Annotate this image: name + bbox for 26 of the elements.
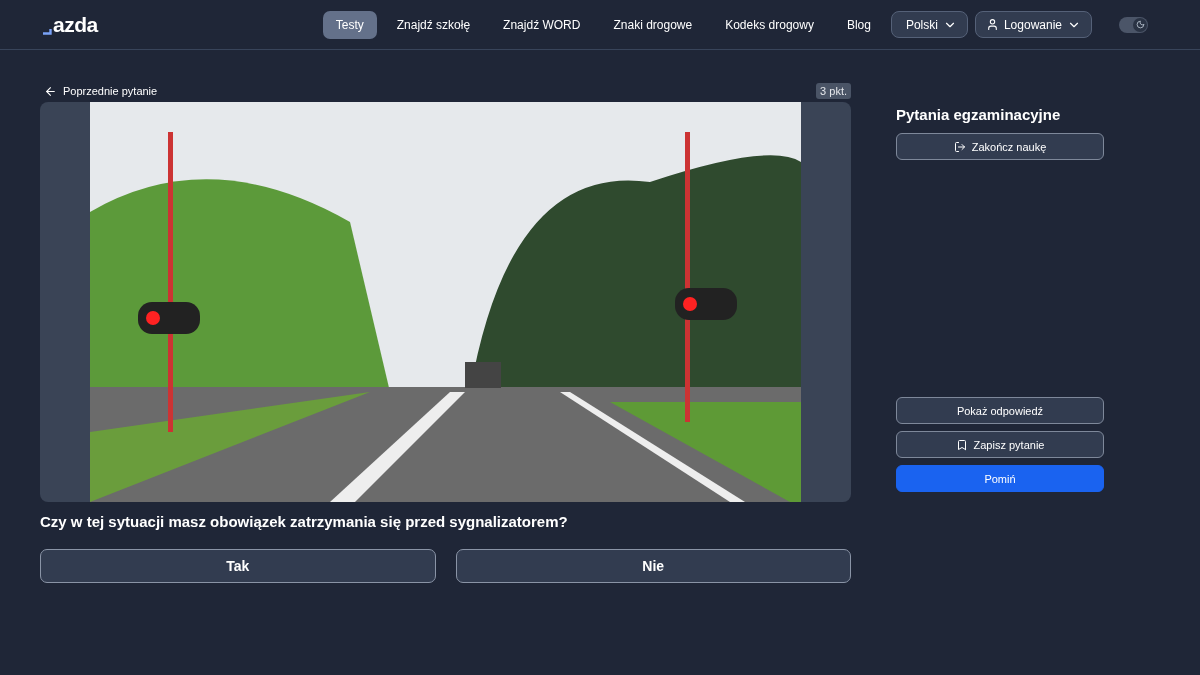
finish-button[interactable]: Zakończ naukę bbox=[896, 133, 1104, 160]
sidebar-title: Pytania egzaminacyjne bbox=[896, 106, 1062, 123]
arrow-left-icon bbox=[44, 84, 57, 98]
user-icon bbox=[985, 18, 999, 31]
logo[interactable]: azda bbox=[53, 14, 98, 35]
nav-link[interactable]: Testy bbox=[322, 10, 377, 39]
skip-button[interactable]: Pomiń bbox=[896, 465, 1104, 492]
nav-link[interactable]: Blog bbox=[833, 10, 884, 39]
bookmark-icon bbox=[955, 438, 968, 451]
login-dropdown[interactable]: Logowanie bbox=[974, 11, 1092, 38]
question-text: Czy w tej sytuacji masz obowiązek zatrzymania się przed sygnalizatorem? bbox=[40, 513, 569, 530]
previous-question-link[interactable]: Poprzednie pytanie bbox=[40, 84, 158, 98]
answer-button[interactable]: Tak bbox=[40, 549, 436, 583]
exit-icon bbox=[953, 140, 966, 153]
moon-icon bbox=[1135, 20, 1145, 29]
show-answer-button[interactable]: Pokaż odpowiedź bbox=[896, 397, 1104, 424]
answer-button[interactable]: Nie bbox=[455, 549, 851, 583]
nav-link[interactable]: Znaki drogowe bbox=[600, 10, 706, 39]
hook-logo-icon bbox=[42, 29, 52, 35]
theme-toggle[interactable] bbox=[1119, 16, 1148, 33]
nav-link[interactable]: Znajdź szkołę bbox=[383, 10, 484, 39]
save-question-button[interactable]: Zapisz pytanie bbox=[896, 431, 1104, 458]
language-dropdown[interactable]: Polski bbox=[890, 11, 968, 38]
nav-link[interactable]: Kodeks drogowy bbox=[712, 10, 827, 39]
points-badge: 3 pkt. bbox=[816, 83, 851, 99]
nav-link[interactable]: Znajdź WORD bbox=[490, 10, 594, 39]
